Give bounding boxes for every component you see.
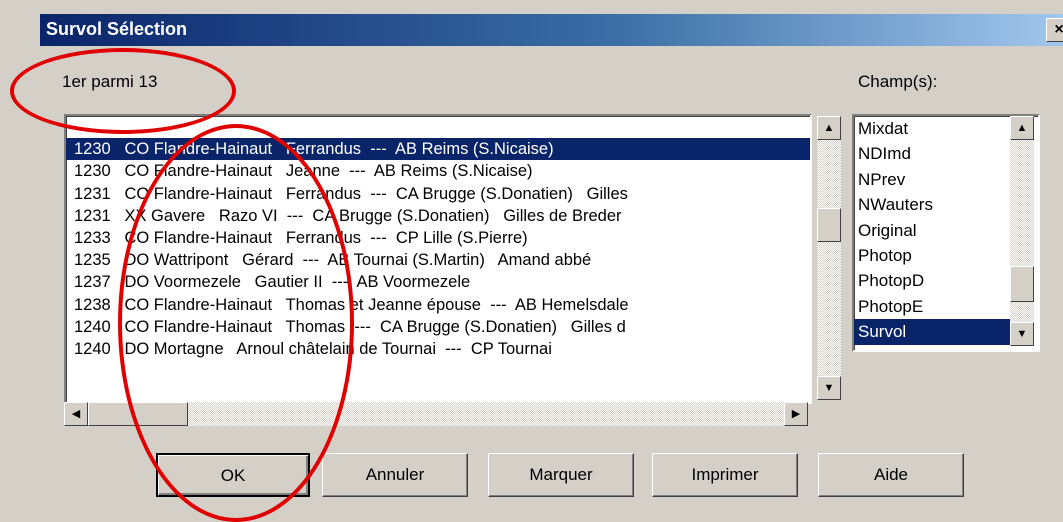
field-item[interactable]: Photop xyxy=(854,243,1010,268)
fields-vertical-scrollbar[interactable]: ▲ ▼ xyxy=(1010,116,1034,346)
help-button[interactable]: Aide xyxy=(818,453,964,497)
field-item[interactable]: PhotopE xyxy=(854,294,1010,319)
close-icon[interactable]: × xyxy=(1046,18,1063,42)
mark-button[interactable]: Marquer xyxy=(488,453,634,497)
field-item[interactable]: Mixdat xyxy=(854,116,1010,141)
print-button[interactable]: Imprimer xyxy=(652,453,798,497)
fields-list[interactable]: Mixdat NDImd NPrev NWauters Original Photop Ph… xyxy=(852,114,1040,352)
scroll-left-arrow-icon[interactable]: ◀ xyxy=(64,402,88,426)
dialog-titlebar[interactable]: Survol Sélection × xyxy=(40,14,1063,46)
scroll-right-arrow-icon[interactable]: ▶ xyxy=(784,402,808,426)
fields-label: Champ(s): xyxy=(858,72,938,91)
fields-scroll-thumb[interactable] xyxy=(1010,266,1034,302)
field-item[interactable]: Survol xyxy=(854,319,1010,345)
annotation-ellipse-status xyxy=(10,48,236,134)
scroll-thumb[interactable] xyxy=(817,208,841,242)
field-item[interactable]: Original xyxy=(854,218,1010,243)
field-item[interactable]: NWauters xyxy=(854,192,1010,217)
records-vertical-scrollbar[interactable]: ▲ ▼ xyxy=(817,116,841,400)
fields-scroll-up-arrow-icon[interactable]: ▲ xyxy=(1010,116,1034,140)
annotation-ellipse-years xyxy=(118,124,354,522)
fields-scroll-down-arrow-icon[interactable]: ▼ xyxy=(1010,322,1034,346)
cancel-button[interactable]: Annuler xyxy=(322,453,468,497)
field-item[interactable]: PhotopD xyxy=(854,268,1010,293)
dialog-title: Survol Sélection xyxy=(46,19,188,39)
field-item[interactable]: NDImd xyxy=(854,141,1010,166)
field-item[interactable]: NPrev xyxy=(854,167,1010,192)
scroll-up-arrow-icon[interactable]: ▲ xyxy=(817,116,841,140)
scroll-down-arrow-icon[interactable]: ▼ xyxy=(817,376,841,400)
